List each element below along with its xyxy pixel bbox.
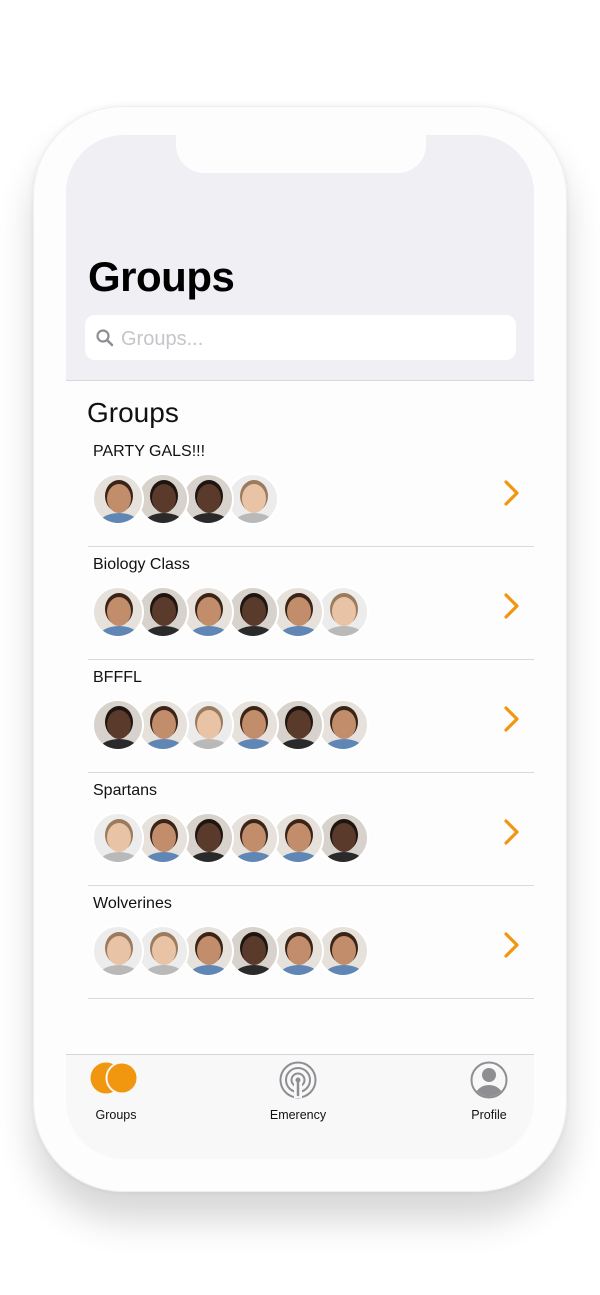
- chevron-right-icon[interactable]: [502, 591, 522, 621]
- tab-label-profile: Profile: [471, 1108, 507, 1122]
- group-name: PARTY GALS!!!: [93, 443, 206, 460]
- member-avatar: [182, 925, 234, 977]
- member-avatar: [317, 925, 369, 977]
- member-avatar: [137, 473, 189, 525]
- tab-label-groups: Groups: [95, 1108, 137, 1122]
- tab-label-emergency: Emerency: [269, 1108, 327, 1122]
- profile-tab-icon: [470, 1061, 508, 1099]
- group-row[interactable]: PARTY GALS!!!: [88, 433, 534, 547]
- tab-bar: Groups Emerency Profile: [66, 1054, 534, 1159]
- member-avatar: [137, 812, 189, 864]
- groups-tab-icon: [90, 1061, 139, 1095]
- group-name: BFFFL: [93, 669, 142, 686]
- chevron-right-icon[interactable]: [502, 478, 522, 508]
- group-name: Biology Class: [93, 556, 190, 573]
- member-avatar: [227, 699, 279, 751]
- page-title: Groups: [88, 253, 235, 300]
- group-row[interactable]: BFFFL: [88, 659, 534, 773]
- member-avatar: [227, 925, 279, 977]
- search-icon: [96, 329, 114, 347]
- member-avatar: [227, 586, 279, 638]
- member-avatar: [92, 925, 144, 977]
- member-avatar: [317, 699, 369, 751]
- member-avatar: [92, 473, 144, 525]
- member-avatar: [137, 925, 189, 977]
- search-input[interactable]: [119, 321, 503, 357]
- member-avatar: [182, 812, 234, 864]
- device-notch: [176, 135, 426, 173]
- tab-groups[interactable]: Groups: [66, 1061, 166, 1131]
- member-avatar: [182, 699, 234, 751]
- member-avatar: [137, 586, 189, 638]
- member-avatar: [92, 812, 144, 864]
- member-avatar: [272, 812, 324, 864]
- header-area: Groups: [66, 135, 534, 381]
- member-avatar: [272, 586, 324, 638]
- app-screen: Groups Groups PARTY GALS!!! Biology Clas…: [66, 135, 534, 1159]
- group-row[interactable]: Spartans: [88, 772, 534, 886]
- group-row[interactable]: Wolverines: [88, 885, 534, 999]
- member-avatar: [92, 586, 144, 638]
- search-bar[interactable]: [85, 315, 516, 360]
- group-row[interactable]: Biology Class: [88, 546, 534, 660]
- member-avatar: [92, 699, 144, 751]
- member-avatar: [317, 586, 369, 638]
- member-avatar: [182, 473, 234, 525]
- member-avatar: [227, 812, 279, 864]
- member-avatar: [137, 699, 189, 751]
- section-title: Groups: [87, 397, 179, 428]
- emergency-tab-icon: [279, 1061, 317, 1099]
- chevron-right-icon[interactable]: [502, 704, 522, 734]
- tab-emergency[interactable]: Emerency: [248, 1061, 348, 1131]
- member-avatar: [317, 812, 369, 864]
- member-avatar: [227, 473, 279, 525]
- chevron-right-icon[interactable]: [502, 930, 522, 960]
- tab-profile[interactable]: Profile: [439, 1061, 534, 1131]
- chevron-right-icon[interactable]: [502, 817, 522, 847]
- group-name: Spartans: [93, 782, 158, 799]
- member-avatar: [272, 925, 324, 977]
- member-avatar: [182, 586, 234, 638]
- group-name: Wolverines: [93, 895, 172, 912]
- member-avatar: [272, 699, 324, 751]
